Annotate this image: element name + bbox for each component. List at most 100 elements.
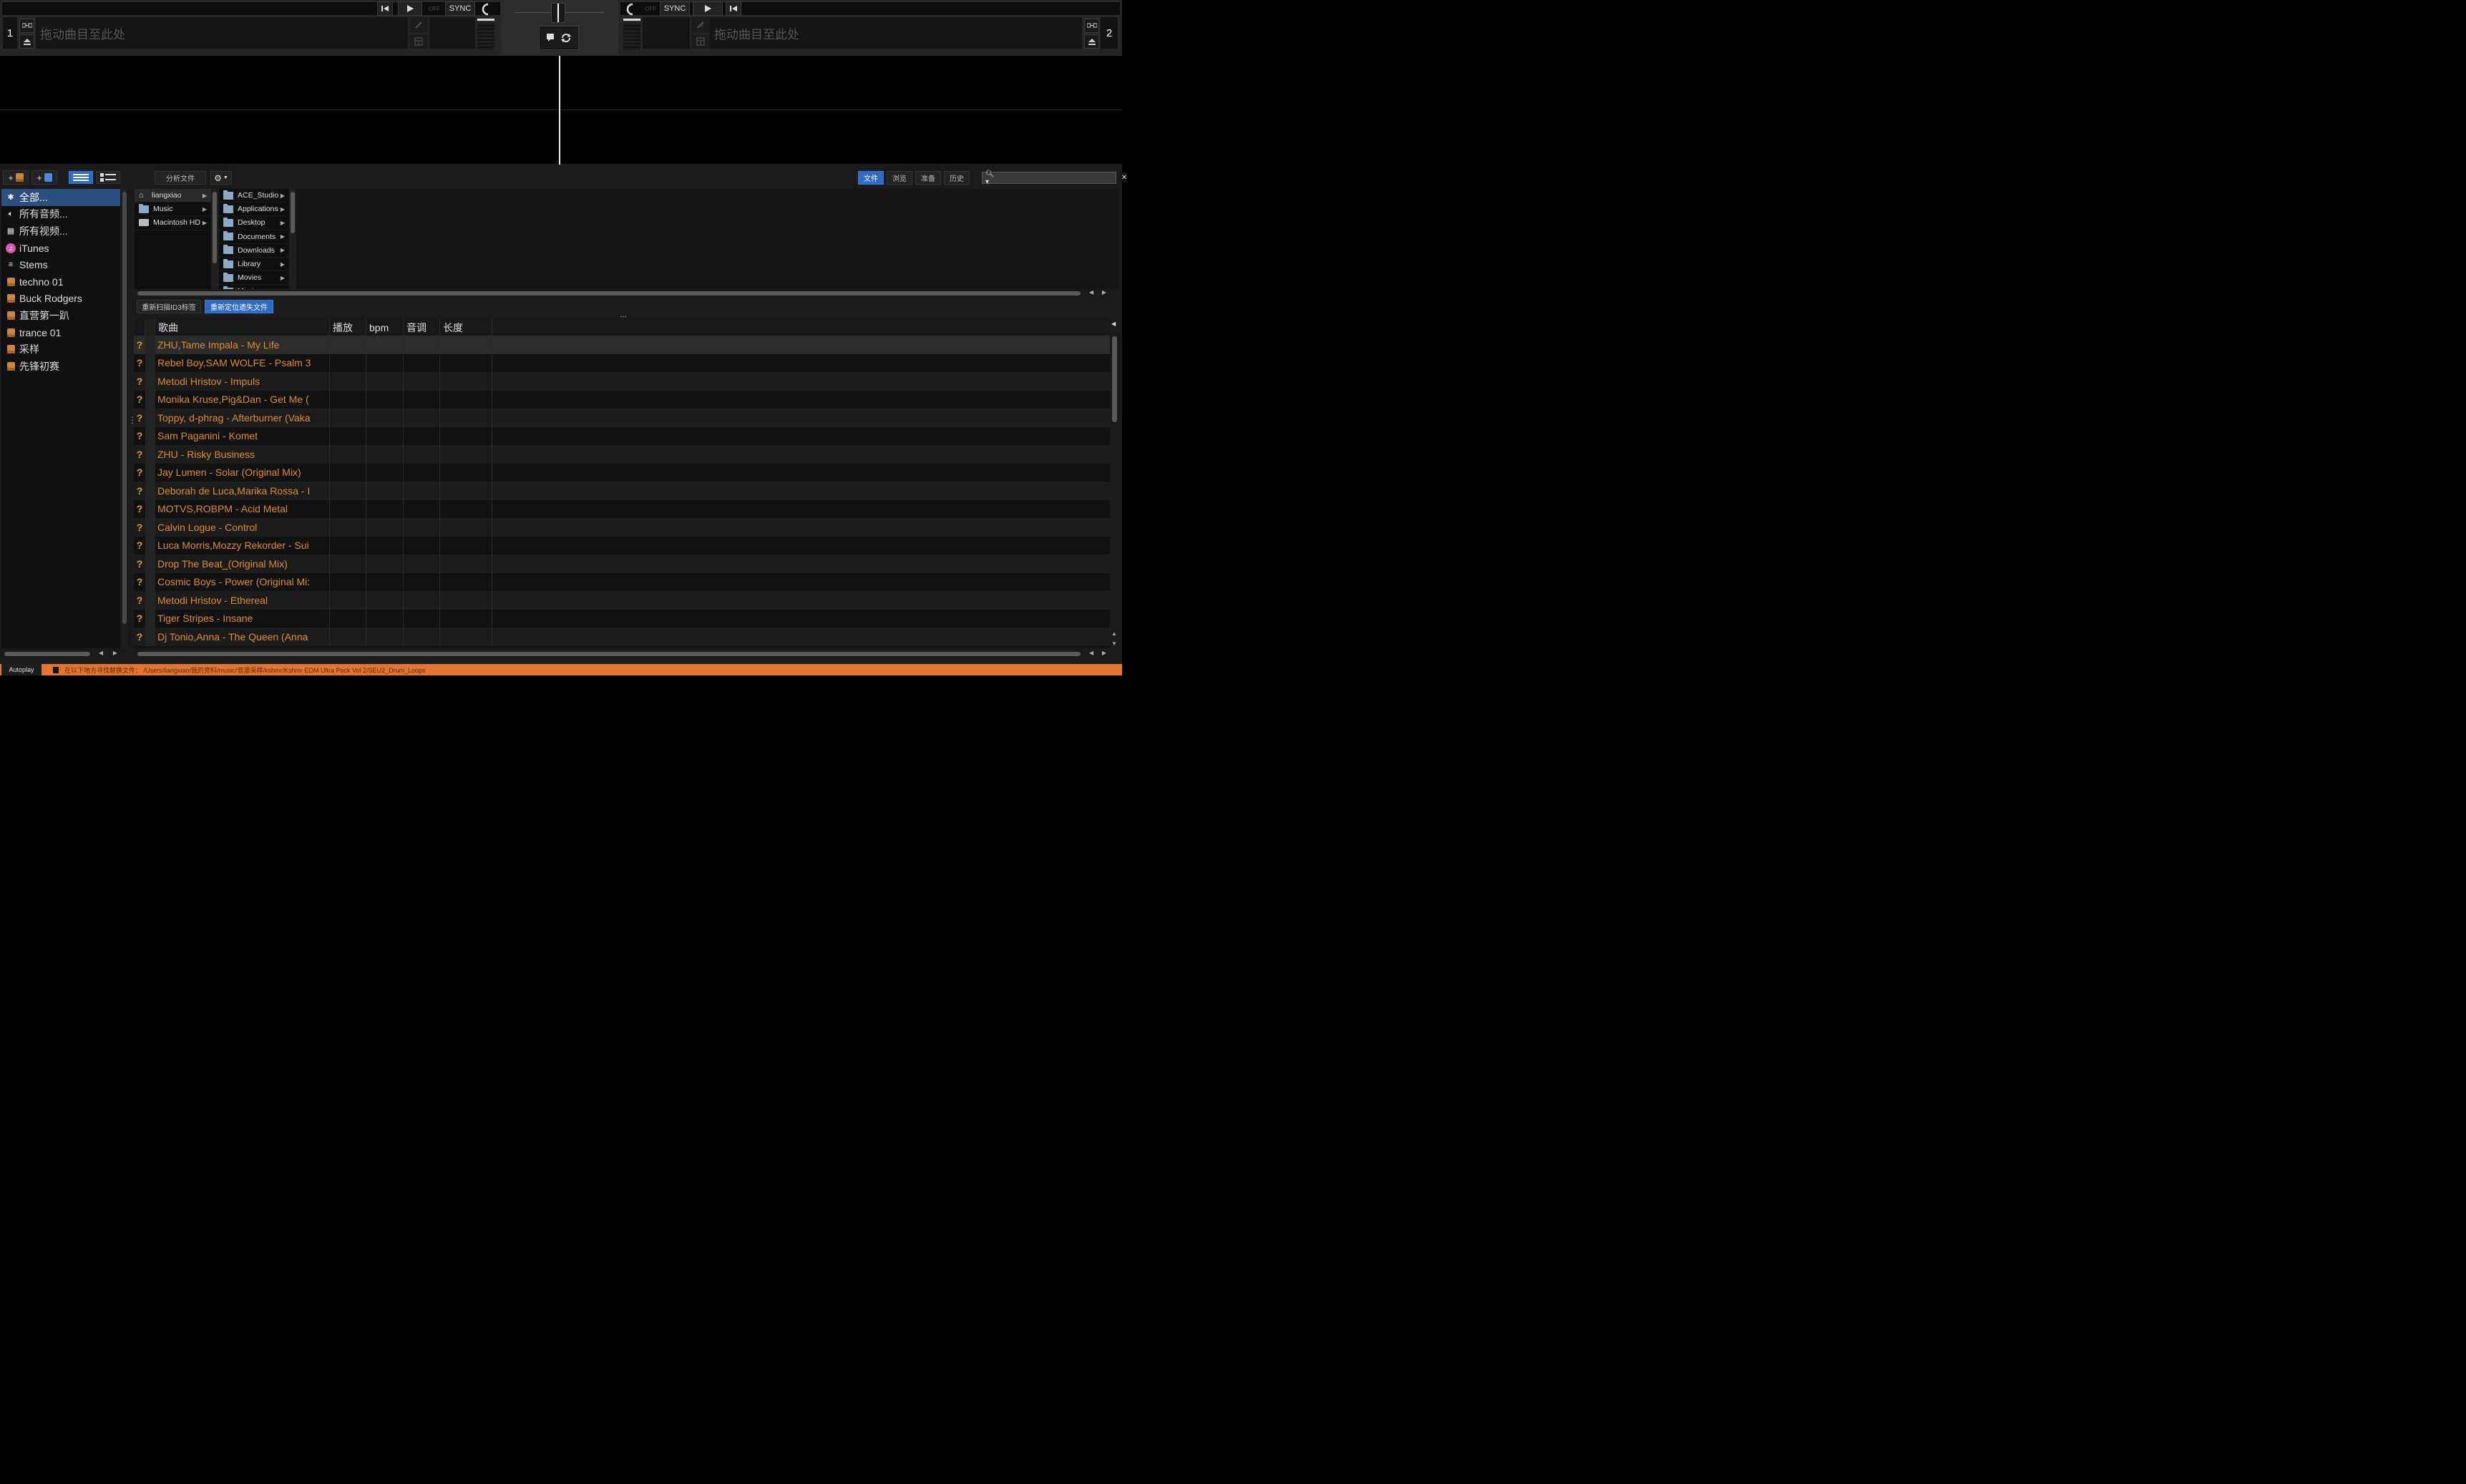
deck1-eject-button[interactable] (19, 34, 34, 49)
expand-arrow-icon[interactable]: ▶ (281, 275, 285, 281)
deck1-drop-zone[interactable]: 拖动曲目至此处 (36, 17, 408, 49)
folder-item[interactable]: Downloads ▶ (219, 244, 289, 258)
tab-browse[interactable]: 浏览 (887, 171, 912, 185)
header-title[interactable]: 歌曲 (155, 319, 330, 336)
sidebar-item[interactable]: 采样 (1, 341, 120, 358)
deck1-link-button[interactable] (19, 19, 34, 33)
view-list-button[interactable] (69, 171, 93, 184)
track-list-hscrollbar[interactable]: ◀ ▶ (135, 650, 1119, 658)
sidebar-scroll-thumb[interactable] (122, 192, 127, 624)
folder-item[interactable]: Music ▶ (135, 202, 211, 217)
track-row[interactable]: ? Jay Lumen - Solar (Original Mix) (134, 463, 1110, 482)
analyze-files-button[interactable]: 分析文件 (155, 171, 206, 185)
folder-item[interactable]: Library ▶ (219, 258, 289, 272)
expand-arrow-icon[interactable]: ▶ (281, 220, 285, 226)
track-row[interactable]: ? Dj Tonio,Anna - The Queen (Anna (134, 628, 1110, 646)
sidebar-item[interactable]: techno 01 (1, 273, 120, 291)
autoplay-button[interactable]: Autoplay (1, 664, 42, 675)
file-column-1-scrollbar[interactable] (211, 189, 218, 289)
folder-item[interactable]: Desktop ▶ (219, 216, 289, 230)
deck2-grid-button[interactable] (691, 34, 710, 49)
expand-arrow-icon[interactable]: ▶ (281, 206, 285, 213)
scroll-thumb[interactable] (137, 291, 1081, 296)
deck2-link-button[interactable] (1084, 19, 1099, 33)
search-input[interactable] (994, 172, 1121, 183)
tab-prepare[interactable]: 准备 (915, 171, 941, 185)
track-row[interactable]: ? Monika Kruse,Pig&Dan - Get Me ( (134, 390, 1110, 409)
deck2-eject-button[interactable] (1084, 34, 1099, 49)
folder-item[interactable]: Documents ▶ (219, 230, 289, 244)
sidebar-scrollbar[interactable] (122, 189, 127, 648)
track-row[interactable]: ? Metodi Hristov - Ethereal (134, 591, 1110, 610)
scroll-thumb[interactable] (1112, 336, 1117, 422)
add-crate-button[interactable]: + (3, 170, 29, 185)
expand-arrow-icon[interactable]: ▶ (281, 192, 285, 199)
track-row[interactable]: ? ZHU,Tame Impala - My Life (134, 336, 1110, 354)
rescan-id3-button[interactable]: 重新扫描ID3标签 (137, 300, 201, 313)
sidebar-item[interactable]: ♫ iTunes (1, 240, 120, 257)
settings-button[interactable]: ⚙ ▼ (210, 171, 232, 185)
expand-arrow-icon[interactable]: ▶ (281, 233, 285, 240)
deck1-grid-button[interactable] (409, 34, 428, 49)
close-icon[interactable]: ✕ (1121, 173, 1128, 182)
sidebar-item[interactable]: 先锋初赛 (1, 358, 120, 375)
track-row[interactable]: ? Sam Paganini - Komet (134, 426, 1110, 445)
scroll-left-icon[interactable]: ◀ (99, 650, 103, 656)
scroll-right-icon[interactable]: ▶ (1102, 650, 1106, 656)
tab-history[interactable]: 历史 (944, 171, 970, 185)
sidebar-item[interactable]: trance 01 (1, 324, 120, 341)
scroll-thumb[interactable] (213, 192, 217, 263)
expand-arrow-icon[interactable]: ▶ (203, 220, 207, 226)
scroll-right-icon[interactable]: ▶ (113, 650, 117, 656)
scroll-up-arrow-icon[interactable]: ▲ (1111, 630, 1117, 637)
deck1-play-button[interactable] (398, 1, 422, 16)
search-box[interactable]: 🔍︎▾ ✕ (982, 170, 1128, 186)
track-row[interactable]: ? ZHU - Risky Business (134, 445, 1110, 464)
mixer-mode-button[interactable] (539, 26, 579, 50)
scroll-down-arrow-icon[interactable]: ▼ (1111, 640, 1117, 647)
sidebar-item[interactable]: ≡ Stems (1, 256, 120, 273)
expand-arrow-icon[interactable]: ▶ (281, 247, 285, 253)
scroll-left-icon[interactable]: ◀ (1089, 650, 1093, 656)
tab-files[interactable]: 文件 (858, 171, 884, 185)
folder-item[interactable]: Applications ▶ (219, 202, 289, 217)
track-row[interactable]: ? Metodi Hristov - Impuls (134, 372, 1110, 391)
folder-item[interactable]: Movies ▶ (219, 271, 289, 285)
sidebar-item[interactable]: ▦ 所有视频... (1, 223, 120, 240)
expand-arrow-icon[interactable]: ▶ (203, 206, 207, 213)
track-row[interactable]: ? Tiger Stripes - Insane (134, 609, 1110, 628)
file-column-2-scrollbar[interactable] (289, 189, 296, 289)
deck1-sync-button[interactable]: SYNC (445, 1, 475, 16)
scroll-thumb[interactable] (4, 652, 90, 656)
sidebar-item[interactable]: 🔈︎ 所有音频... (1, 206, 120, 223)
sidebar-item[interactable]: ✱ 全部... (1, 189, 120, 206)
scroll-thumb[interactable] (137, 652, 1081, 656)
scroll-thumb[interactable] (291, 192, 295, 233)
folder-item[interactable]: ⌂ liangxiao ▶ (135, 189, 211, 203)
crossfader-handle[interactable] (551, 3, 565, 23)
track-row[interactable]: ? Luca Morris,Mozzy Rekorder - Sui (134, 536, 1110, 555)
deck1-cue-button[interactable] (377, 1, 393, 16)
sidebar-item[interactable]: Buck Rodgers (1, 291, 120, 308)
header-plays[interactable]: 播放 (330, 319, 366, 336)
resize-handle[interactable]: ... (620, 310, 634, 319)
track-list-vscrollbar[interactable]: ◀ ▲ ▼ (1110, 319, 1119, 648)
folder-item[interactable]: ACE_Studio ▶ (219, 189, 289, 203)
deck2-cue-button[interactable] (726, 1, 741, 16)
folder-item[interactable]: Macintosh HD ▶ (135, 216, 211, 230)
header-length[interactable]: 长度 (440, 319, 492, 336)
scroll-left-icon[interactable]: ◀ (1089, 289, 1093, 296)
deck2-pitch-knob[interactable] (623, 1, 640, 17)
waveform-area[interactable] (0, 56, 1122, 165)
track-row[interactable]: ? Calvin Logue - Control (134, 518, 1110, 537)
relocate-missing-button[interactable]: 重新定位遗失文件 (205, 300, 273, 313)
view-detail-button[interactable] (96, 171, 120, 184)
deck2-drop-zone[interactable]: 拖动曲目至此处 (710, 17, 1082, 49)
scroll-up-icon[interactable]: ◀ (1111, 321, 1116, 327)
deck2-edit-button[interactable] (691, 17, 710, 33)
track-row[interactable]: ? Cosmic Boys - Power (Original Mi: (134, 572, 1110, 591)
deck1-pitch-knob[interactable] (478, 1, 495, 17)
add-smart-crate-button[interactable]: + (31, 170, 57, 185)
file-browser-hscrollbar[interactable]: ◀ ▶ (135, 289, 1119, 298)
expand-arrow-icon[interactable]: ▶ (281, 261, 285, 268)
